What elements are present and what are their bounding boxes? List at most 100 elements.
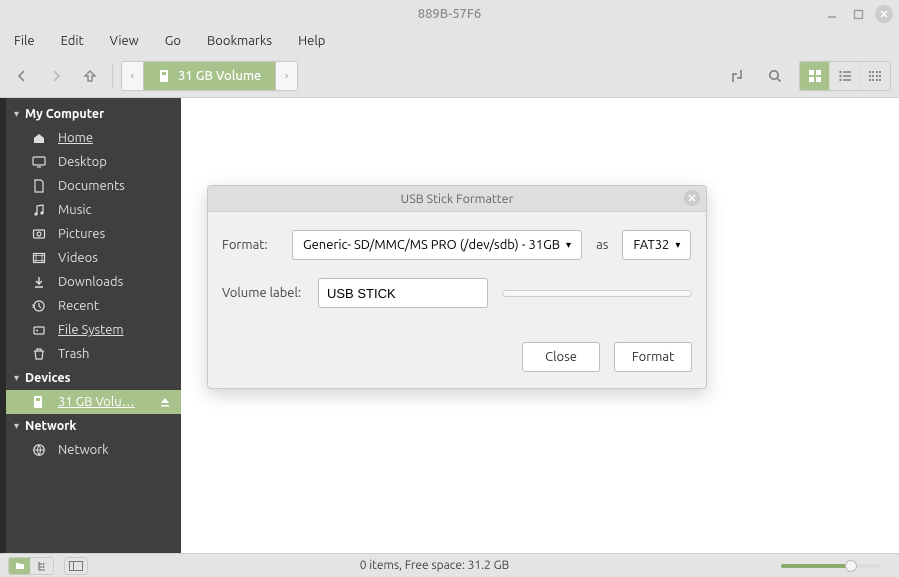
document-icon xyxy=(32,179,48,193)
search-button[interactable] xyxy=(761,62,789,90)
sidebar-item-label: Pictures xyxy=(58,227,171,241)
up-button[interactable] xyxy=(76,62,104,90)
menu-help[interactable]: Help xyxy=(292,32,331,50)
dialog-title: USB Stick Formatter xyxy=(401,192,514,206)
sidebar-item-label: File System xyxy=(58,323,171,337)
close-icon[interactable] xyxy=(875,5,893,23)
toggle-location-button[interactable] xyxy=(723,62,751,90)
menu-file[interactable]: File xyxy=(8,32,41,50)
filesystem-combobox[interactable]: FAT32 ▾ xyxy=(622,230,691,260)
sidebar-item-downloads[interactable]: Downloads xyxy=(6,270,181,294)
sidebar: ▾ My Computer Home Desktop Documents Mus… xyxy=(6,98,181,553)
menu-edit[interactable]: Edit xyxy=(55,32,90,50)
volume-label-row: Volume label: xyxy=(222,278,692,308)
sidebar-item-label: Desktop xyxy=(58,155,171,169)
sidebar-item-filesystem[interactable]: File System xyxy=(6,318,181,342)
path-location-label: 31 GB Volume xyxy=(178,69,261,83)
sidebar-section-devices[interactable]: ▾ Devices xyxy=(6,366,181,390)
button-label: Close xyxy=(545,350,577,364)
statusbar-view-group xyxy=(8,557,54,575)
sidebar-section-label: Devices xyxy=(25,371,70,385)
sidebar-item-recent[interactable]: Recent xyxy=(6,294,181,318)
format-label: Format: xyxy=(222,238,292,252)
window-title: 889B-57F6 xyxy=(418,7,481,21)
downloads-icon xyxy=(32,275,48,289)
menu-view[interactable]: View xyxy=(104,32,145,50)
sidebar-item-videos[interactable]: Videos xyxy=(6,246,181,270)
window-titlebar: 889B-57F6 xyxy=(0,0,899,28)
volume-label-input[interactable] xyxy=(318,278,488,308)
recent-icon xyxy=(32,299,48,313)
sidebar-wrap: ▾ My Computer Home Desktop Documents Mus… xyxy=(0,98,181,553)
sidebar-item-label: Trash xyxy=(58,347,171,361)
sidebar-section-label: Network xyxy=(25,419,76,433)
sidebar-item-music[interactable]: Music xyxy=(6,198,181,222)
dialog-buttons: Close Format xyxy=(208,332,706,388)
compact-view-button[interactable] xyxy=(860,62,890,90)
sidebar-item-label: 31 GB Volu… xyxy=(58,395,149,409)
dialog-body: Format: Generic- SD/MMC/MS PRO (/dev/sdb… xyxy=(208,212,706,332)
menu-go[interactable]: Go xyxy=(159,32,187,50)
volume-label-label: Volume label: xyxy=(222,286,318,300)
drive-icon xyxy=(32,395,48,409)
status-text: 0 items, Free space: 31.2 GB xyxy=(94,559,775,572)
trash-icon xyxy=(32,347,48,361)
chevron-down-icon: ▾ xyxy=(14,108,19,120)
network-icon xyxy=(32,443,48,457)
sidebar-item-network[interactable]: Network xyxy=(6,438,181,462)
list-view-button[interactable] xyxy=(830,62,860,90)
sidebar-item-label: Videos xyxy=(58,251,171,265)
zoom-knob[interactable] xyxy=(845,560,857,572)
minimize-icon[interactable] xyxy=(823,5,841,23)
device-value: Generic- SD/MMC/MS PRO (/dev/sdb) - 31GB xyxy=(303,238,560,252)
filesystem-value: FAT32 xyxy=(633,238,669,252)
sidebar-item-home[interactable]: Home xyxy=(6,126,181,150)
sidebar-item-label: Network xyxy=(58,443,171,457)
tree-button[interactable] xyxy=(31,558,53,574)
videos-icon xyxy=(32,251,48,265)
progress-bar xyxy=(502,290,692,297)
sidebar-item-documents[interactable]: Documents xyxy=(6,174,181,198)
sidebar-item-volume[interactable]: 31 GB Volu… xyxy=(6,390,181,414)
window-controls xyxy=(823,0,893,28)
sidebar-item-pictures[interactable]: Pictures xyxy=(6,222,181,246)
sidebar-section-computer[interactable]: ▾ My Computer xyxy=(6,102,181,126)
device-combobox[interactable]: Generic- SD/MMC/MS PRO (/dev/sdb) - 31GB… xyxy=(292,230,582,260)
path-prev-button[interactable] xyxy=(122,62,144,90)
desktop-icon xyxy=(32,155,48,169)
sidebar-item-label: Home xyxy=(58,131,171,145)
sidebar-section-network[interactable]: ▾ Network xyxy=(6,414,181,438)
as-label: as xyxy=(582,238,622,252)
menu-bookmarks[interactable]: Bookmarks xyxy=(201,32,278,50)
pictures-icon xyxy=(32,227,48,241)
dialog-titlebar[interactable]: USB Stick Formatter xyxy=(208,186,706,212)
icon-view-button[interactable] xyxy=(800,62,830,90)
format-button[interactable]: Format xyxy=(614,342,692,372)
path-bar: 31 GB Volume xyxy=(121,61,298,91)
menubar: File Edit View Go Bookmarks Help xyxy=(0,28,899,54)
separator xyxy=(112,63,113,89)
path-location[interactable]: 31 GB Volume xyxy=(144,62,275,90)
toolbar: 31 GB Volume xyxy=(0,54,899,98)
close-button[interactable]: Close xyxy=(522,342,600,372)
filesystem-icon xyxy=(32,323,48,337)
back-button[interactable] xyxy=(8,62,36,90)
sidebar-item-desktop[interactable]: Desktop xyxy=(6,150,181,174)
sidebar-item-label: Music xyxy=(58,203,171,217)
zoom-fill xyxy=(781,564,851,568)
places-button[interactable] xyxy=(9,558,31,574)
path-next-button[interactable] xyxy=(275,62,297,90)
pane-toggle-button[interactable] xyxy=(65,558,87,574)
eject-icon[interactable] xyxy=(159,396,171,408)
home-icon xyxy=(32,131,48,145)
view-mode-toggle xyxy=(799,61,891,91)
format-row: Format: Generic- SD/MMC/MS PRO (/dev/sdb… xyxy=(222,230,692,260)
maximize-icon[interactable] xyxy=(849,5,867,23)
usb-formatter-dialog: USB Stick Formatter Format: Generic- SD/… xyxy=(207,185,707,389)
dialog-close-icon[interactable] xyxy=(684,190,700,206)
statusbar: 0 items, Free space: 31.2 GB xyxy=(0,553,899,577)
sidebar-item-label: Recent xyxy=(58,299,171,313)
zoom-slider[interactable] xyxy=(781,564,881,568)
forward-button[interactable] xyxy=(42,62,70,90)
sidebar-item-trash[interactable]: Trash xyxy=(6,342,181,366)
